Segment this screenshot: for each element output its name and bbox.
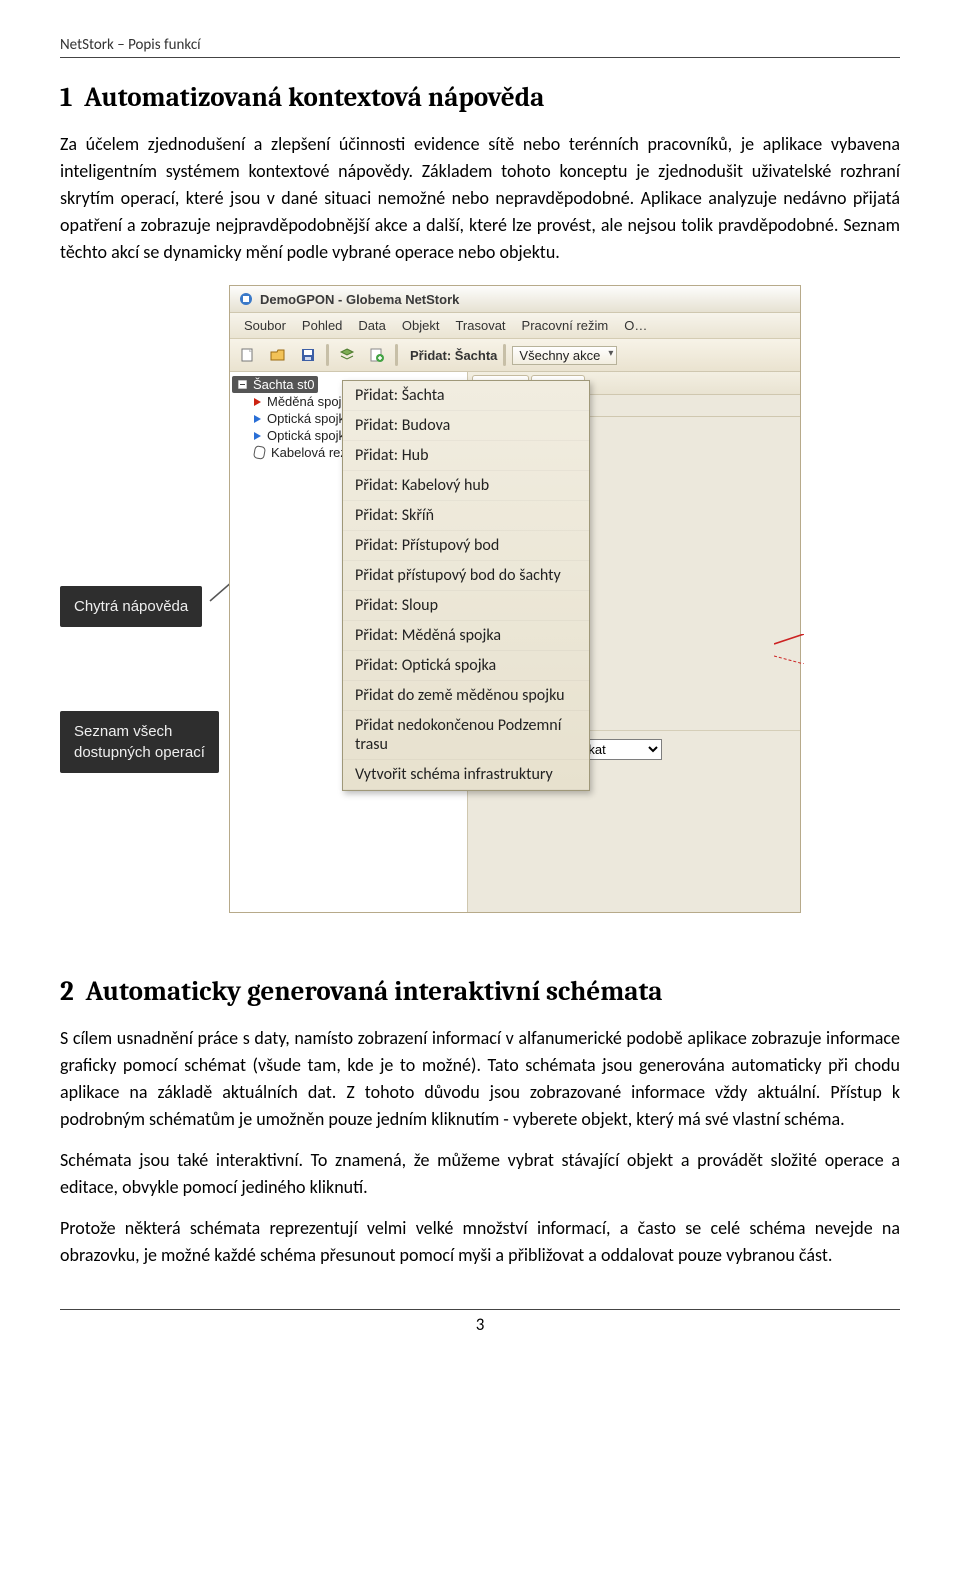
- menu-bar: Soubor Pohled Data Objekt Trasovat Praco…: [230, 313, 800, 339]
- para-1: Za účelem zjednodušení a zlepšení účinno…: [60, 131, 900, 266]
- triangle-red-icon: [254, 398, 261, 406]
- dropdown-item[interactable]: Přidat: Skříň: [343, 501, 589, 531]
- toolbar-open-icon[interactable]: [266, 343, 290, 367]
- menu-soubor[interactable]: Soubor: [244, 318, 286, 333]
- dropdown-item[interactable]: Přidat: Hub: [343, 441, 589, 471]
- dropdown-item[interactable]: Přidat přístupový bod do šachty: [343, 561, 589, 591]
- heading-2: 2 Automaticky generovaná interaktivní sc…: [60, 976, 900, 1007]
- page-footer: 3: [60, 1309, 900, 1335]
- menu-data[interactable]: Data: [358, 318, 385, 333]
- minus-icon: [238, 380, 247, 389]
- toolbar-add-label: Přidat: Šachta: [410, 348, 497, 363]
- title-bar: DemoGPON - Globema NetStork: [230, 286, 800, 313]
- triangle-blue-icon: [254, 432, 261, 440]
- dropdown-item[interactable]: Přidat: Sloup: [343, 591, 589, 621]
- all-actions-dropdown-menu: Přidat: Šachta Přidat: Budova Přidat: Hu…: [342, 380, 590, 791]
- map-red-lines: [774, 634, 804, 664]
- toolbar-separator-3: [503, 344, 506, 366]
- toolbar-save-icon[interactable]: [296, 343, 320, 367]
- page-number: 3: [476, 1314, 485, 1335]
- callout-smart-help: Chytrá nápověda: [60, 586, 202, 627]
- h2-title: Automaticky generovaná interaktivní sché…: [86, 976, 663, 1007]
- heading-1: 1 Automatizovaná kontextová nápověda: [60, 82, 900, 113]
- menu-pohled[interactable]: Pohled: [302, 318, 342, 333]
- menu-trasovat[interactable]: Trasovat: [455, 318, 505, 333]
- dropdown-item[interactable]: Přidat: Přístupový bod: [343, 531, 589, 561]
- toolbar: Přidat: Šachta Všechny akce: [230, 339, 800, 372]
- dropdown-item[interactable]: Přidat: Kabelový hub: [343, 471, 589, 501]
- dropdown-item[interactable]: Přidat: Měděná spojka: [343, 621, 589, 651]
- dropdown-item[interactable]: Přidat: Budova: [343, 411, 589, 441]
- para-4: Protože některá schémata reprezentují ve…: [60, 1215, 900, 1269]
- dropdown-item[interactable]: Přidat nedokončenou Podzemní trasu: [343, 711, 589, 760]
- running-header: NetStork – Popis funkcí: [60, 36, 900, 58]
- screenshot: Chytrá nápověda Seznam všech dostupných …: [60, 286, 800, 906]
- dropdown-item[interactable]: Přidat: Optická spojka: [343, 651, 589, 681]
- menu-o[interactable]: O…: [624, 318, 647, 333]
- h1-number: 1: [60, 82, 72, 113]
- menu-pracovni-rezim[interactable]: Pracovní režim: [522, 318, 609, 333]
- app-icon: [238, 291, 254, 307]
- title-bar-text: DemoGPON - Globema NetStork: [260, 292, 459, 307]
- toolbar-new-icon[interactable]: [236, 343, 260, 367]
- callout-all-ops: Seznam všech dostupných operací: [60, 711, 219, 773]
- loop-icon: [253, 445, 266, 460]
- toolbar-separator-2: [395, 344, 398, 366]
- toolbar-add-icon[interactable]: [365, 343, 389, 367]
- dropdown-item[interactable]: Přidat: Šachta: [343, 381, 589, 411]
- triangle-blue-icon: [254, 415, 261, 423]
- dropdown-item[interactable]: Vytvořit schéma infrastruktury: [343, 760, 589, 790]
- h2-number: 2: [60, 976, 74, 1007]
- para-3: Schémata jsou také interaktivní. To znam…: [60, 1147, 900, 1201]
- tree-root-label: Šachta st0: [253, 377, 314, 392]
- toolbar-layers-icon[interactable]: [335, 343, 359, 367]
- menu-objekt[interactable]: Objekt: [402, 318, 440, 333]
- dropdown-item[interactable]: Přidat do země měděnou spojku: [343, 681, 589, 711]
- toolbar-separator: [326, 344, 329, 366]
- toolbar-all-actions-dropdown[interactable]: Všechny akce: [512, 346, 617, 365]
- para-2: S cílem usnadnění práce s daty, namísto …: [60, 1025, 900, 1133]
- tree-root-selected[interactable]: Šachta st0: [232, 376, 318, 393]
- h1-title: Automatizovaná kontextová nápověda: [84, 82, 544, 113]
